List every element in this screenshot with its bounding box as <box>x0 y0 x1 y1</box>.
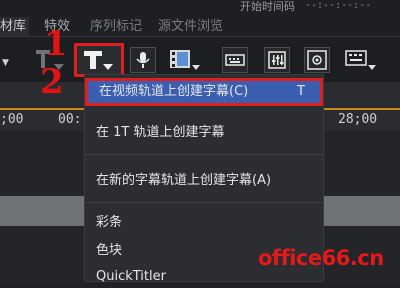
title-tool-button[interactable] <box>74 43 124 77</box>
microphone-icon <box>136 52 150 68</box>
film-icon <box>170 50 200 70</box>
menu-item-create-title-new-track[interactable]: 在新的字幕轨道上创建字幕(A) <box>85 170 323 192</box>
audio-clip[interactable] <box>322 196 400 226</box>
keyboard-button[interactable] <box>222 47 248 73</box>
menu-item-label: 在新的字幕轨道上创建字幕(A) <box>96 173 272 188</box>
audio-clip[interactable] <box>0 196 88 226</box>
voiceover-button[interactable] <box>130 47 156 73</box>
menu-item-label: 色块 <box>96 243 123 258</box>
timeline-tick: 28;00 <box>338 112 378 127</box>
menu-item-color-bars[interactable]: 彩条 <box>85 212 323 234</box>
step-1-annotation: 1 <box>44 24 68 64</box>
menu-tool-button[interactable] <box>344 47 378 73</box>
watermark: office66.cn <box>258 246 384 270</box>
menu-separator <box>85 154 323 155</box>
keyboard-icon <box>225 54 245 66</box>
menu-item-create-title-1t-track[interactable]: 在 1T 轨道上创建字幕 <box>85 122 323 144</box>
tab-source-browser[interactable]: 源文件浏览 <box>158 17 223 36</box>
keyboard-icon <box>345 50 376 70</box>
timecode-label: 开始时间码 <box>240 0 295 13</box>
clip-tool-button[interactable] <box>168 47 202 73</box>
effect-button[interactable] <box>304 47 330 73</box>
step-2-annotation: 2 <box>40 62 64 102</box>
tab-library[interactable]: 素材库 <box>0 17 30 36</box>
menu-item-create-title-video-track[interactable]: 在视频轨道上创建字幕(C) T <box>85 78 323 106</box>
timeline-tick: 00: <box>58 112 82 127</box>
mixer-button[interactable] <box>264 47 290 73</box>
timeline-tick: ;00 <box>0 112 24 127</box>
timecode-value: --:--:--:-- <box>305 0 372 11</box>
menu-item-label: 彩条 <box>96 215 123 230</box>
menu-item-label: 在 1T 轨道上创建字幕 <box>96 125 225 140</box>
tab-sequence-markers[interactable]: 序列标记 <box>90 17 142 36</box>
menu-separator <box>85 202 323 203</box>
menu-item-shortcut: T <box>297 84 305 99</box>
T-icon <box>84 51 113 70</box>
menu-item-label: QuickTitler <box>96 269 166 284</box>
menu-item-label: 在视频轨道上创建字幕(C) <box>99 84 249 99</box>
gear-film-icon <box>307 50 327 70</box>
caret-down-icon[interactable]: ▼ <box>2 58 9 68</box>
mixer-icon <box>268 51 286 69</box>
